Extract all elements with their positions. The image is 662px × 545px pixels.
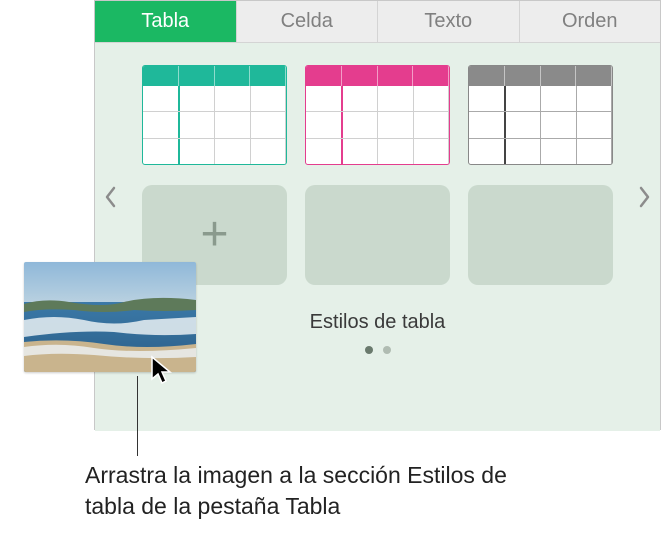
thumb-header: [306, 66, 449, 86]
style-grid: +: [95, 65, 660, 285]
tab-texto[interactable]: Texto: [378, 1, 520, 42]
tab-label: Tabla: [141, 10, 189, 33]
styles-prev-button[interactable]: [101, 183, 119, 211]
tab-celda[interactable]: Celda: [237, 1, 379, 42]
cursor-arrow-icon: [150, 355, 176, 387]
chevron-left-icon: [103, 185, 117, 209]
table-styles-section: + Estilos de tabla: [95, 43, 660, 431]
table-style-preset-teal[interactable]: [142, 65, 287, 165]
tab-orden[interactable]: Orden: [520, 1, 661, 42]
tab-bar: Tabla Celda Texto Orden: [95, 1, 660, 43]
page-dot[interactable]: [365, 346, 373, 354]
tab-tabla[interactable]: Tabla: [95, 1, 237, 42]
callout-text: Arrastra la imagen a la sección Estilos …: [85, 460, 555, 522]
plus-icon: +: [200, 211, 228, 259]
thumb-header: [469, 66, 612, 86]
table-style-preset-pink[interactable]: [305, 65, 450, 165]
empty-style-slot[interactable]: [468, 185, 613, 285]
styles-next-button[interactable]: [636, 183, 654, 211]
thumb-header: [143, 66, 286, 86]
tab-label: Orden: [562, 10, 618, 33]
page-dot[interactable]: [383, 346, 391, 354]
tab-label: Celda: [281, 10, 333, 33]
callout-leader-line: [137, 376, 138, 456]
chevron-right-icon: [638, 185, 652, 209]
tab-label: Texto: [424, 10, 472, 33]
table-style-preset-gray[interactable]: [468, 65, 613, 165]
empty-style-slot[interactable]: [305, 185, 450, 285]
